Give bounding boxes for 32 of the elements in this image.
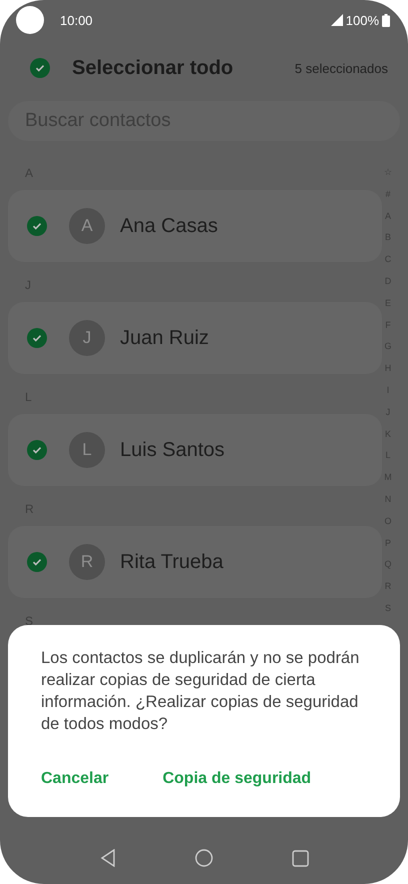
contact-avatar: R (69, 544, 105, 580)
dialog-button[interactable]: Cancelar (31, 764, 119, 794)
contact-avatar: A (69, 208, 105, 244)
contact-card[interactable]: L Luis Santos (8, 414, 382, 486)
back-icon[interactable] (100, 849, 116, 867)
contact-checkbox[interactable] (27, 216, 47, 236)
contact-avatar: L (69, 432, 105, 468)
signal-icon (330, 14, 343, 26)
contact-name: Ana Casas (120, 214, 218, 238)
contact-checkbox[interactable] (27, 440, 47, 460)
contact-name: Rita Trueba (120, 550, 224, 574)
select-all-label: Seleccionar todo (72, 56, 234, 80)
contact-card[interactable]: A Ana Casas (8, 190, 382, 262)
selected-count: 5 seleccionados (294, 60, 388, 76)
contact-card[interactable]: R Rita Trueba (8, 526, 382, 598)
contact-avatar: J (69, 320, 105, 356)
contact-name: Luis Santos (120, 438, 225, 462)
contact-checkbox[interactable] (27, 552, 47, 572)
contact-checkbox[interactable] (27, 328, 47, 348)
battery-icon (382, 14, 390, 26)
dialog-button[interactable]: Copia de seguridad (152, 764, 322, 794)
contact-card[interactable]: J Juan Ruiz (8, 302, 382, 374)
contact-name: Juan Ruiz (120, 326, 209, 350)
dialog-message: Los contactos se duplicarán y no se podrán realizar copias de seguridad de cierta información. ¿Realizar copias de seguridad de todos modos? (41, 648, 360, 735)
home-icon[interactable] (194, 849, 212, 867)
camera-cutout (16, 6, 44, 34)
index-letter[interactable]: ☆ (384, 164, 392, 186)
recents-icon[interactable] (292, 850, 308, 866)
select-all-checkbox[interactable] (30, 58, 50, 78)
battery-percent: 100% (346, 12, 379, 28)
status-time: 10:00 (60, 12, 93, 28)
index-letter[interactable]: # (385, 186, 390, 208)
